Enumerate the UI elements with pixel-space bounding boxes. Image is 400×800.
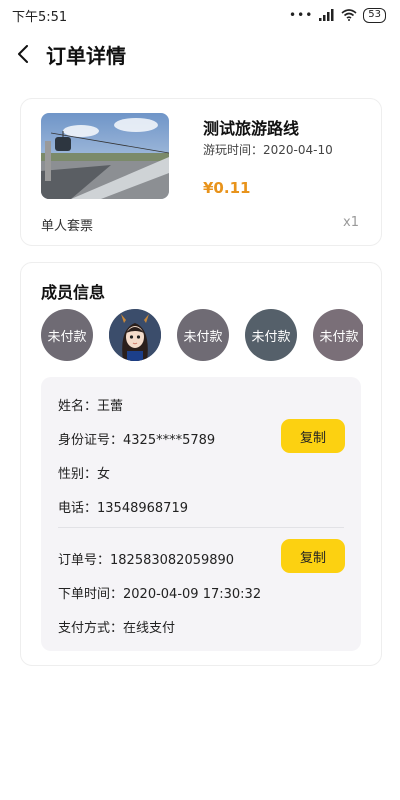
product-image — [41, 113, 169, 199]
order-time-label: 下单时间： — [58, 587, 124, 602]
member-avatar[interactable] — [109, 309, 161, 361]
ticket-type: 单人套票 — [41, 219, 94, 234]
gender-row: 性别：女 — [58, 463, 110, 482]
name-value: 王蕾 — [97, 399, 124, 414]
product-card[interactable]: 测试旅游路线 游玩时间：2020-04-10 ¥0.11 单人套票 x1 — [20, 98, 382, 246]
phone-label: 电话： — [58, 501, 98, 516]
name-label: 姓名： — [58, 399, 98, 414]
notification-dots-icon: ••• — [289, 8, 314, 22]
order-time-value: 2020-04-09 17:30:32 — [123, 587, 262, 602]
back-button[interactable] — [0, 32, 46, 76]
chevron-left-icon — [18, 45, 28, 63]
wifi-icon — [341, 9, 357, 21]
id-row: 身份证号：4325****5789 — [58, 429, 215, 448]
ticket-quantity: x1 — [343, 215, 359, 230]
status-bar: 下午5:51 ••• 53 — [0, 0, 400, 30]
member-avatar[interactable]: 未付款 — [313, 309, 363, 361]
unpaid-label: 未付款 — [251, 329, 291, 345]
phone-row: 电话：13548968719 — [58, 497, 188, 516]
order-number-label: 订单号： — [58, 553, 111, 568]
payment-value: 在线支付 — [123, 621, 176, 636]
product-price: ¥0.11 — [203, 179, 251, 197]
members-title: 成员信息 — [41, 283, 106, 302]
status-icons: ••• 53 — [289, 7, 386, 23]
unpaid-label: 未付款 — [183, 329, 223, 345]
order-time-row: 下单时间：2020-04-09 17:30:32 — [58, 583, 261, 602]
unpaid-label: 未付款 — [47, 329, 87, 345]
avatar-row[interactable]: 未付款 未付款 未付款 未付款 — [41, 309, 363, 365]
copy-id-button[interactable]: 复制 — [281, 419, 345, 453]
page-title: 订单详情 — [46, 43, 126, 68]
play-date-value: 2020-04-10 — [263, 143, 333, 157]
member-info-box: 姓名：王蕾 身份证号：4325****5789 复制 性别：女 电话：13548… — [41, 377, 361, 651]
play-date: 游玩时间：2020-04-10 — [203, 141, 333, 158]
id-label: 身份证号： — [58, 433, 124, 448]
avatar-image — [109, 309, 161, 361]
gender-label: 性别： — [58, 467, 98, 482]
member-avatar[interactable]: 未付款 — [41, 309, 93, 361]
play-date-label: 游玩时间： — [203, 143, 264, 157]
battery-icon: 53 — [363, 7, 386, 23]
divider — [58, 527, 344, 528]
nav-bar: 订单详情 — [0, 32, 400, 76]
members-card: 成员信息 未付款 未付款 未付款 未付款 姓名：王蕾 身份证号：4325****… — [20, 262, 382, 666]
phone-value: 13548968719 — [97, 501, 188, 516]
unpaid-label: 未付款 — [319, 329, 359, 345]
order-number-row: 订单号：182583082059890 — [58, 549, 234, 568]
product-title: 测试旅游路线 — [203, 119, 300, 138]
payment-label: 支付方式： — [58, 621, 124, 636]
id-value: 4325****5789 — [123, 433, 216, 448]
order-number-value: 182583082059890 — [110, 553, 235, 568]
gender-value: 女 — [97, 467, 111, 482]
status-time: 下午5:51 — [12, 9, 68, 25]
member-avatar[interactable]: 未付款 — [245, 309, 297, 361]
payment-row: 支付方式：在线支付 — [58, 617, 175, 636]
signal-icon — [319, 9, 334, 21]
copy-order-button[interactable]: 复制 — [281, 539, 345, 573]
member-avatar[interactable]: 未付款 — [177, 309, 229, 361]
name-row: 姓名：王蕾 — [58, 395, 123, 414]
